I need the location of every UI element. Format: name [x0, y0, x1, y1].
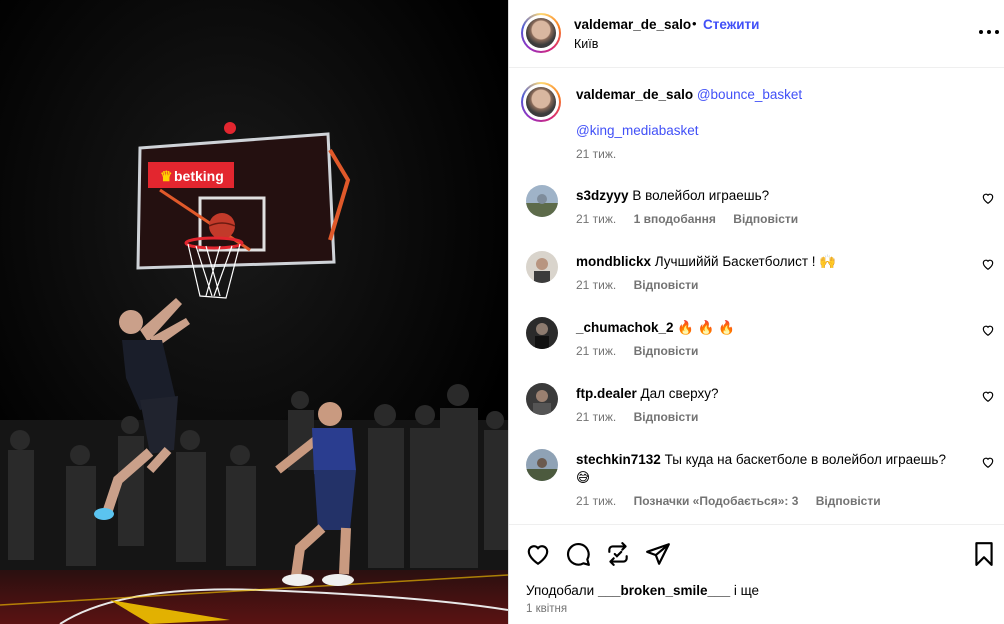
heart-icon[interactable] — [981, 455, 995, 469]
bookmark-icon[interactable] — [971, 541, 997, 567]
author-avatar[interactable] — [521, 13, 561, 53]
commenter-username[interactable]: mondblickx — [576, 254, 651, 269]
comment-icon[interactable] — [565, 541, 591, 567]
comment-item: _chumachok_2 🔥 🔥 🔥 21 тиж. Відповісти — [509, 317, 1004, 377]
reply-button[interactable]: Відповісти — [634, 278, 699, 292]
comment-time[interactable]: 21 тиж. — [576, 278, 616, 292]
commenter-username[interactable]: _chumachok_2 — [576, 320, 674, 335]
caption-line: valdemar_de_salo @bounce_basket — [576, 87, 802, 102]
liked-by-suffix[interactable]: і ще — [730, 583, 759, 598]
comment-likes[interactable]: 1 вподобання — [634, 212, 716, 226]
comment-likes[interactable]: Позначки «Подобається»: 3 — [634, 494, 799, 508]
post-details-panel: valdemar_de_salo • Стежити Київ valdemar… — [508, 0, 1004, 624]
commenter-avatar[interactable] — [526, 383, 558, 415]
heart-icon[interactable] — [981, 257, 995, 271]
caption-mention-link-2[interactable]: @king_mediabasket — [576, 123, 699, 138]
comment-time[interactable]: 21 тиж. — [576, 344, 616, 358]
follow-button[interactable]: Стежити — [703, 17, 759, 32]
heart-icon[interactable] — [525, 541, 551, 567]
liked-by-prefix: Уподобали — [526, 583, 598, 598]
commenter-avatar[interactable] — [526, 317, 558, 349]
share-icon[interactable] — [645, 541, 671, 567]
comment-item: ftp.dealer Дал сверху? 21 тиж. Відповіст… — [509, 383, 1004, 443]
commenter-avatar[interactable] — [526, 185, 558, 217]
commenter-avatar[interactable] — [526, 449, 558, 481]
caption-author-username[interactable]: valdemar_de_salo — [576, 87, 693, 102]
comment-item: stechkin7132 Ты куда на баскетболе в вол… — [509, 449, 1004, 509]
comment-text: В волейбол играешь? — [632, 188, 770, 203]
reply-button[interactable]: Відповісти — [733, 212, 798, 226]
comment-text: Дал сверху? — [640, 386, 719, 401]
header-separator: • — [692, 16, 697, 31]
repost-icon[interactable] — [605, 541, 631, 567]
heart-icon[interactable] — [981, 191, 995, 205]
comment-time[interactable]: 21 тиж. — [576, 494, 616, 508]
svg-text:♛: ♛ — [160, 168, 173, 184]
reply-button[interactable]: Відповісти — [634, 410, 699, 424]
author-username[interactable]: valdemar_de_salo — [574, 17, 691, 32]
more-options-icon[interactable] — [977, 22, 1001, 42]
caption-author-avatar[interactable] — [521, 82, 561, 122]
commenter-avatar[interactable] — [526, 251, 558, 283]
caption-timestamp[interactable]: 21 тиж. — [576, 147, 616, 161]
comment-text: 🔥 🔥 🔥 — [677, 320, 736, 335]
comment-time[interactable]: 21 тиж. — [576, 410, 616, 424]
post-header: valdemar_de_salo • Стежити Київ — [509, 0, 1004, 68]
reply-button[interactable]: Відповісти — [816, 494, 881, 508]
liked-by-username[interactable]: ___broken_smile___ — [598, 583, 730, 598]
post-location[interactable]: Київ — [574, 37, 598, 51]
heart-icon[interactable] — [981, 389, 995, 403]
comment-text: Лучшиййй Баскетболист ! 🙌 — [654, 254, 837, 269]
comment-item: mondblickx Лучшиййй Баскетболист ! 🙌 21 … — [509, 251, 1004, 311]
svg-text:betking: betking — [174, 168, 224, 184]
caption-mention-link[interactable]: @bounce_basket — [697, 87, 802, 102]
post-photo: ♛ betking — [0, 0, 508, 624]
heart-icon[interactable] — [981, 323, 995, 337]
commenter-username[interactable]: ftp.dealer — [576, 386, 637, 401]
reply-button[interactable]: Відповісти — [634, 344, 699, 358]
post-date[interactable]: 1 квітня — [526, 603, 567, 615]
commenter-username[interactable]: stechkin7132 — [576, 452, 661, 467]
basketball-photo: ♛ betking — [0, 0, 508, 624]
comment-time[interactable]: 21 тиж. — [576, 212, 616, 226]
post-actions-bar: Уподобали ___broken_smile___ і ще 1 квіт… — [509, 524, 1004, 624]
comment-item: s3dzyyy В волейбол играешь? 21 тиж. 1 вп… — [509, 185, 1004, 245]
commenter-username[interactable]: s3dzyyy — [576, 188, 629, 203]
liked-by-line: Уподобали ___broken_smile___ і ще — [526, 583, 759, 598]
